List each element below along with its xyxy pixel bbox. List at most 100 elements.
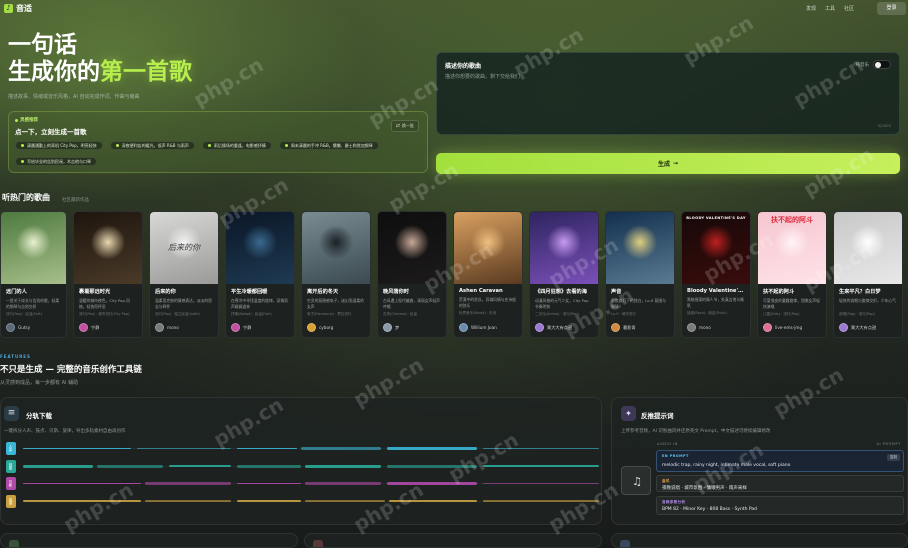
copy-button[interactable]: 复制 (887, 454, 900, 461)
chip-row: 清晨通勤上的耳机 City Pop，明亮轻快 深夜便利店的暖光，低声 R&B 与雨… (15, 141, 379, 150)
chip-row: 写给毕业的告别民谣，木吉他与口琴 (15, 157, 97, 166)
nav-discover[interactable]: 发现 (806, 5, 816, 12)
song-cover[interactable] (378, 212, 446, 284)
instrumental-toggle[interactable] (873, 60, 891, 69)
feature-icon (9, 540, 19, 547)
song-cover[interactable] (226, 212, 294, 284)
audio-upload[interactable] (621, 466, 651, 495)
features-title: 不只是生成 — 完整的音乐创作工具链 (0, 365, 142, 375)
style-label: 曲风 (662, 479, 670, 483)
song-author[interactable]: 宁静 (231, 323, 290, 332)
track-waveform (23, 442, 599, 455)
track-segment (23, 499, 141, 503)
song-cover[interactable]: 扶不起的阿斗 (758, 212, 826, 284)
nav-tools[interactable]: 工具 (825, 5, 835, 12)
track-row[interactable]: 鼓组 (6, 459, 601, 473)
track-waveform (23, 477, 599, 490)
song-author[interactable]: mono (155, 323, 214, 332)
track-row[interactable]: 人声 (6, 442, 601, 455)
track-label: 旋律 (6, 494, 16, 508)
song-cover[interactable] (302, 212, 370, 284)
song-author[interactable]: 篱大大有点甜 (535, 323, 594, 332)
song-description-input[interactable] (445, 73, 893, 121)
track-segment (389, 499, 477, 503)
inspiration-chip[interactable]: 清晨通勤上的耳机 City Pop，明亮轻快 (15, 141, 103, 150)
track-segment (97, 464, 163, 468)
song-cover[interactable] (606, 212, 674, 284)
dot-icon (284, 144, 288, 147)
song-author[interactable]: Willium Joan (459, 323, 518, 332)
song-card[interactable]: 远门的人 一首关于成长与告别的歌，轻柔的钢琴与吉他交织 流行(Pop) · 民谣(F… (0, 211, 67, 338)
track-segment (387, 447, 477, 450)
inspiration-chip[interactable]: 深夜便利店的暖光，低声 R&B 与雨声 (109, 141, 195, 150)
track-segment (23, 448, 131, 449)
song-author[interactable]: Gutsy (6, 323, 62, 332)
song-cover[interactable] (74, 212, 142, 284)
inspiration-chip[interactable]: 雨后操场的重逢，电影感抒情 (201, 141, 272, 150)
song-card[interactable]: 后来的你 后来的你 温柔而克制的情感表达，淡淡的思念与释怀 流行(Pop) · 独立民… (149, 211, 219, 338)
generate-button[interactable]: 生成 (436, 153, 900, 174)
hero-subtitle: 描述故事、情绪或音乐风格，AI 自动完成作词、作曲与编曲 (8, 94, 140, 100)
track-segment (305, 464, 381, 468)
song-cover[interactable] (454, 212, 522, 284)
song-card[interactable]: 离开后的冬天 空灵的氛围感电子，迷幻而温柔的女声 电子(Electronic) · … (301, 211, 371, 338)
author-name: mono (167, 325, 179, 330)
avatar (763, 323, 772, 332)
prompt-reverse-subtitle: 上传参考音频，AI 识别曲风并还原英文 Prompt，中文描述可继续编辑修改 (621, 429, 771, 434)
song-cover[interactable] (834, 212, 902, 284)
song-card[interactable]: 《四月狂想》去看的海 动漫风格的元气少女，City Pop 节奏明快 二次元(Ani… (529, 211, 599, 338)
song-author[interactable]: 篱大大有点甜 (839, 323, 898, 332)
song-card[interactable]: 生来平凡？白日梦 轻快的说唱与旋律交织，少年心气 说唱(Rap) · 流行(Pop)… (833, 211, 903, 338)
track-label: 人声 (6, 442, 16, 455)
chip-label: 雨后操场的重逢，电影感抒情 (213, 143, 266, 148)
song-cover[interactable]: BLOODY VALENTINE'S DAY (682, 212, 750, 284)
song-description: 雨夜路灯下的独白，Lo-fi 氛围与钢琴 (611, 298, 666, 309)
music-note-icon (4, 4, 13, 13)
song-description: 在寒冷中寻找温度的旋律，深情男声娓娓道来 (231, 298, 288, 309)
author-name: cyborg (319, 325, 334, 330)
track-segment (23, 464, 93, 468)
en-prompt-text: melodic trap, rainy night, intimate male… (662, 463, 791, 468)
song-card[interactable]: Ashen Caravan 荒漠中的驼队，异域风情与史诗般的弦乐 世界音乐(Worl… (453, 211, 523, 338)
song-title: 声音 (611, 289, 622, 295)
song-cover[interactable]: 后来的你 (150, 212, 218, 284)
song-cover[interactable] (1, 212, 66, 284)
logo[interactable]: 音适 (4, 3, 32, 14)
song-author[interactable]: cyborg (307, 323, 366, 332)
song-title: 远门的人 (6, 289, 27, 295)
songs-section-title: 听热门的歌曲 (2, 193, 50, 202)
song-card[interactable]: 扶不起的阿斗 扶不起的阿斗 可爱俏皮的童趣旋律，甜美女声轻快演唱 儿童(Kids) ·… (757, 211, 827, 338)
dot-icon (21, 160, 24, 163)
song-card[interactable]: 平生冷暖都回暖 在寒冷中寻找温度的旋律，深情男声娓娓道来 抒情(Ballad) · … (225, 211, 295, 338)
hero-highlight: 第一首歌 (100, 59, 192, 85)
shuffle-icon (396, 123, 400, 129)
shuffle-button[interactable]: 换一批 (390, 120, 419, 132)
inspiration-chip[interactable]: 周末清晨的手冲 R&B，慵懒、爵士和弦加钢琴 (278, 141, 379, 150)
song-author[interactable]: mono (687, 323, 746, 332)
avatar (307, 323, 316, 332)
song-card[interactable]: 声音 雨夜路灯下的独白，Lo-fi 氛围与钢琴 Lo-fi · 城市流行 暮影青 (605, 211, 675, 338)
hero-line-2a: 生成你的 (8, 59, 100, 85)
song-author[interactable]: 宁静 (79, 323, 138, 332)
login-button[interactable]: 登录 (877, 2, 906, 15)
track-row[interactable]: 贝斯 (6, 477, 601, 490)
song-card[interactable]: 裹着那远时光 温暖的城市夜色，City Pop 风格，轻快而怀旧 流行(Pop) ·… (73, 211, 143, 338)
nav-community[interactable]: 社区 (844, 5, 854, 12)
song-card[interactable]: BLOODY VALENTINE'S DAY Bloody Valentine's… (681, 211, 751, 338)
song-title: Ashen Caravan (459, 288, 503, 294)
song-description: 空灵的氛围感电子，迷幻而温柔的女声 (307, 298, 364, 309)
song-description: 轻快的说唱与旋律交织，少年心气 (839, 298, 896, 303)
top-nav: 发现 工具 社区 (806, 5, 854, 12)
song-author[interactable]: 暮影青 (611, 323, 670, 332)
song-cover[interactable] (530, 212, 598, 284)
inspiration-chip[interactable]: 写给毕业的告别民谣，木吉他与口琴 (15, 157, 97, 166)
song-genre: 世界音乐(World) · 史诗 (459, 311, 497, 315)
dot-icon (115, 144, 119, 147)
track-row[interactable]: 旋律 (6, 494, 601, 508)
song-title: 后来的你 (155, 289, 176, 295)
song-author[interactable]: live-ems-jmg (763, 323, 822, 332)
song-card[interactable]: 晚风落你时 古风遇上现代编曲，清丽女声轻声吟唱 古风(Chinese) · 民谣梦 (377, 211, 447, 338)
song-author[interactable]: 梦 (383, 323, 442, 332)
prompt-reverse-panel: 反推提示词 上传参考音频，AI 识别曲风并还原英文 Prompt，中文描述可继续… (611, 397, 908, 525)
song-genre: 流行(Pop) · 独立民谣(Indie) (155, 312, 200, 316)
